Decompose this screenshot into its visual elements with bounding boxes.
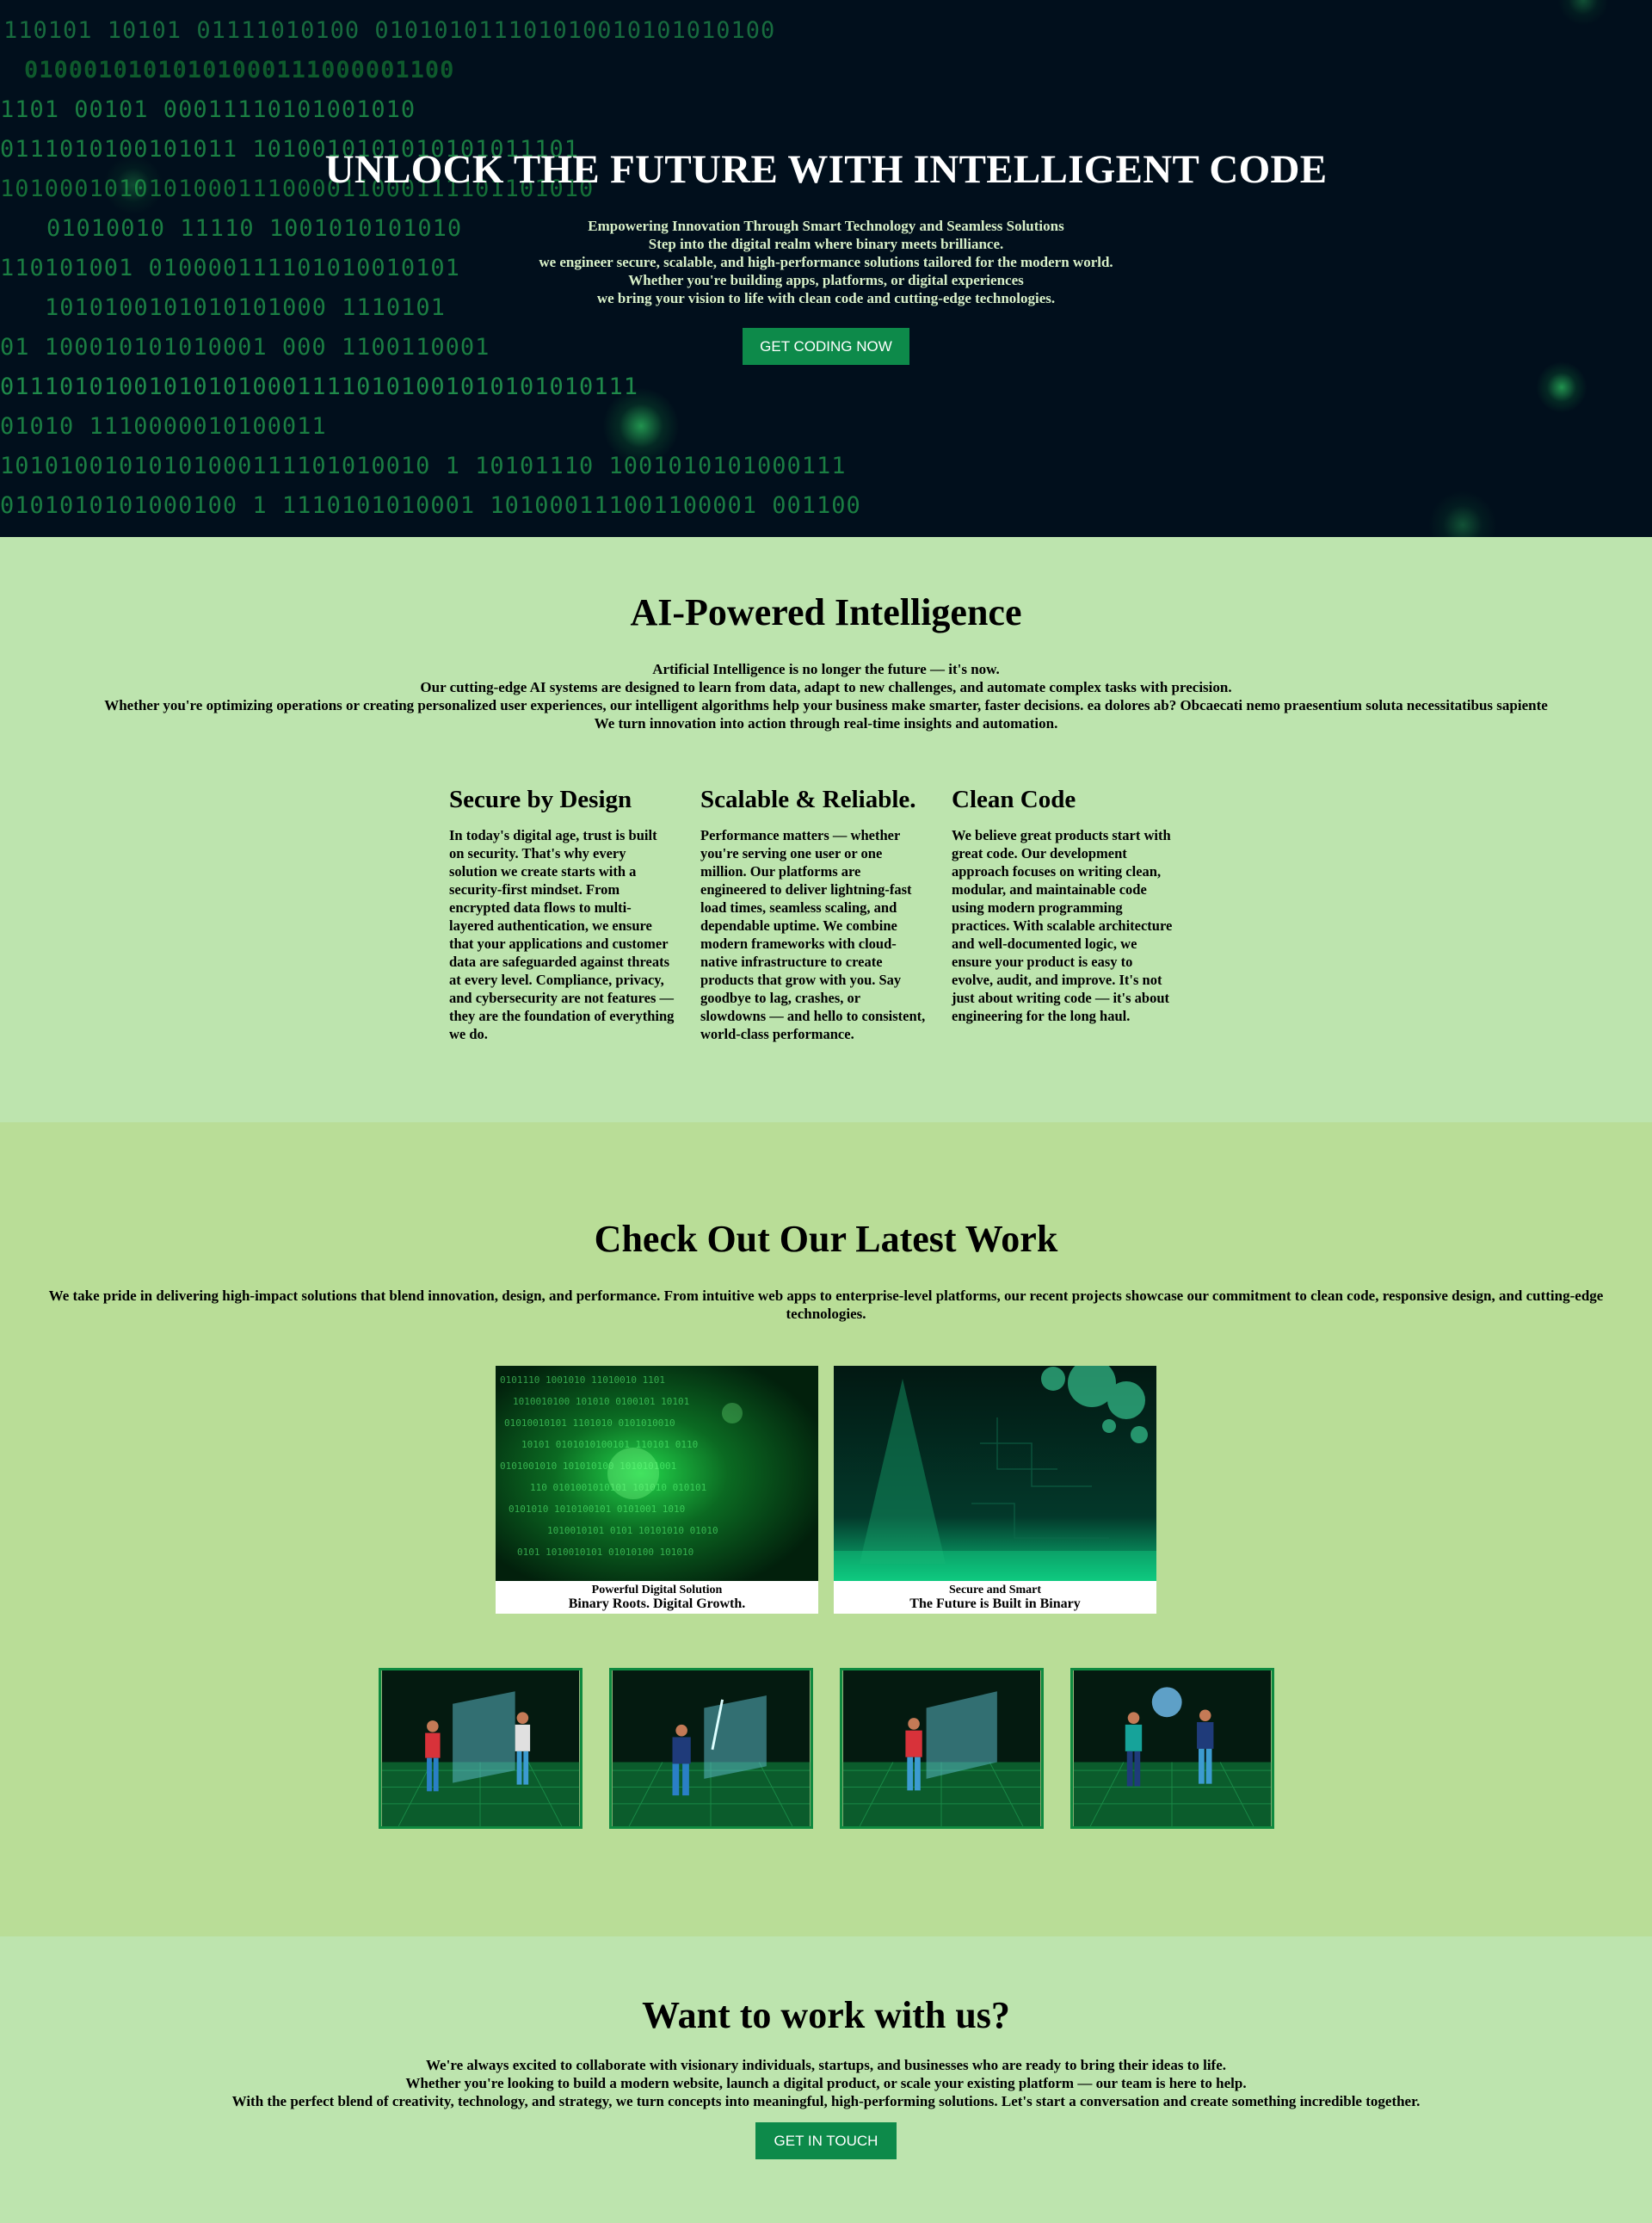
binary-tree-image bbox=[834, 1366, 1156, 1581]
binary-row: 1101 00101 00011110101001010 bbox=[0, 96, 416, 123]
binary-row: 01010 1110000010100011 bbox=[0, 413, 327, 440]
project-card[interactable]: 0101110 1001010 11010010 1101 1010010100… bbox=[496, 1366, 818, 1614]
section-title: Check Out Our Latest Work bbox=[594, 1218, 1058, 1260]
ai-line: Whether you're optimizing operations or … bbox=[104, 697, 1548, 713]
card-kicker: Powerful Digital Solution bbox=[591, 1584, 723, 1596]
svg-text:1010010100 101010 0100101 1010: 1010010100 101010 0100101 10101 bbox=[513, 1396, 689, 1407]
binary-row: 10101001010101000111101010010 1 10101110… bbox=[0, 453, 847, 479]
glow-particle bbox=[1536, 361, 1587, 413]
hero-content: UNLOCK THE FUTURE WITH INTELLIGENT CODE … bbox=[0, 146, 1652, 365]
vr-sword-image[interactable] bbox=[608, 1668, 813, 1829]
feature-secure: Secure by Design In today's digital age,… bbox=[449, 786, 700, 1043]
ai-line: Artificial Intelligence is no longer the… bbox=[652, 661, 1000, 677]
contact-line: Whether you're looking to build a modern… bbox=[405, 2075, 1247, 2091]
hero-line: we engineer secure, scalable, and high-p… bbox=[539, 254, 1113, 270]
card-title: Binary Roots. Digital Growth. bbox=[568, 1596, 746, 1611]
work-section: Check Out Our Latest Work We take pride … bbox=[0, 1122, 1652, 1936]
project-card[interactable]: Secure and Smart The Future is Built in … bbox=[834, 1366, 1156, 1614]
feature-title: Secure by Design bbox=[449, 786, 632, 813]
feature-text: We believe great products start with gre… bbox=[952, 827, 1173, 1024]
card-caption: Secure and Smart The Future is Built in … bbox=[834, 1581, 1156, 1614]
feature-clean-code: Clean Code We believe great products sta… bbox=[952, 786, 1203, 1043]
get-coding-now-button[interactable]: GET CODING NOW bbox=[743, 328, 909, 365]
card-title: The Future is Built in Binary bbox=[909, 1596, 1081, 1611]
feature-scalable: Scalable & Reliable. Performance matters… bbox=[700, 786, 952, 1043]
get-in-touch-button[interactable]: GET IN TOUCH bbox=[755, 2122, 897, 2159]
feature-list: Secure by Design In today's digital age,… bbox=[0, 786, 1652, 1043]
work-description: We take pride in delivering high-impact … bbox=[48, 1287, 1604, 1322]
project-cards: 0101110 1001010 11010010 1101 1010010100… bbox=[0, 1366, 1652, 1614]
ai-description: Artificial Intelligence is no longer the… bbox=[0, 660, 1652, 732]
hero-line: Whether you're building apps, platforms,… bbox=[628, 272, 1024, 288]
binary-row: 0101010101000100 1 1110101010001 1010001… bbox=[0, 492, 861, 519]
feature-text: Performance matters — whether you're ser… bbox=[700, 827, 926, 1042]
hero-line: Empowering Innovation Through Smart Tech… bbox=[588, 218, 1064, 234]
contact-line: With the perfect blend of creativity, te… bbox=[231, 2093, 1421, 2109]
glow-particle bbox=[1557, 0, 1609, 26]
section-title: Want to work with us? bbox=[642, 1994, 1010, 2036]
contact-line: We're always excited to collaborate with… bbox=[426, 2057, 1226, 2073]
feature-text: In today's digital age, trust is built o… bbox=[449, 827, 675, 1042]
hero-title: UNLOCK THE FUTURE WITH INTELLIGENT CODE bbox=[324, 147, 1328, 192]
card-caption: Powerful Digital Solution Binary Roots. … bbox=[496, 1581, 818, 1614]
section-title: AI-Powered Intelligence bbox=[630, 591, 1022, 633]
hero-line: we bring your vision to life with clean … bbox=[596, 290, 1056, 306]
binary-row: 01000101010101000111000001100 bbox=[24, 57, 455, 83]
binary-row: 0111010100101010100011110101001010101010… bbox=[0, 374, 638, 400]
card-kicker: Secure and Smart bbox=[948, 1584, 1042, 1596]
contact-section: Want to work with us? We're always excit… bbox=[0, 1936, 1652, 2223]
hero-line: Step into the digital realm where binary… bbox=[648, 236, 1004, 252]
svg-text:01010010101 1101010 0101010010: 01010010101 1101010 0101010010 bbox=[504, 1417, 675, 1429]
binary-row: 110101 10101 01111010100 010101011101010… bbox=[3, 17, 776, 44]
svg-text:0101 1010010101 01010100 10101: 0101 1010010101 01010100 101010 bbox=[517, 1547, 693, 1558]
gallery-thumbnails bbox=[0, 1668, 1652, 1829]
hero-subtitle: Empowering Innovation Through Smart Tech… bbox=[0, 217, 1652, 307]
contact-description: We're always excited to collaborate with… bbox=[0, 2056, 1652, 2110]
glow-particle bbox=[602, 387, 680, 465]
hero-section: 110101 10101 01111010100 010101011101010… bbox=[0, 0, 1652, 537]
feature-title: Clean Code bbox=[952, 786, 1076, 813]
feature-title: Scalable & Reliable. bbox=[700, 786, 916, 813]
ai-line: We turn innovation into action through r… bbox=[594, 715, 1058, 732]
svg-text:0101110 1001010 11010010 1101: 0101110 1001010 11010010 1101 bbox=[500, 1374, 665, 1386]
svg-text:1010010101 0101 10101010 01010: 1010010101 0101 10101010 01010 bbox=[547, 1525, 718, 1536]
binary-roots-image: 0101110 1001010 11010010 1101 1010010100… bbox=[496, 1366, 818, 1581]
glow-particle bbox=[1428, 491, 1497, 537]
ai-line: Our cutting-edge AI systems are designed… bbox=[420, 679, 1232, 695]
vr-globe-image[interactable] bbox=[1069, 1668, 1274, 1829]
svg-text:10101 0101010100101 110101 011: 10101 0101010100101 110101 0110 bbox=[521, 1439, 698, 1450]
vr-panel-image[interactable] bbox=[839, 1668, 1044, 1829]
svg-text:0101010 1010100101 0101001 101: 0101010 1010100101 0101001 1010 bbox=[509, 1504, 685, 1515]
ai-section: AI-Powered Intelligence Artificial Intel… bbox=[0, 537, 1652, 1122]
vr-collaboration-image[interactable] bbox=[378, 1668, 583, 1829]
